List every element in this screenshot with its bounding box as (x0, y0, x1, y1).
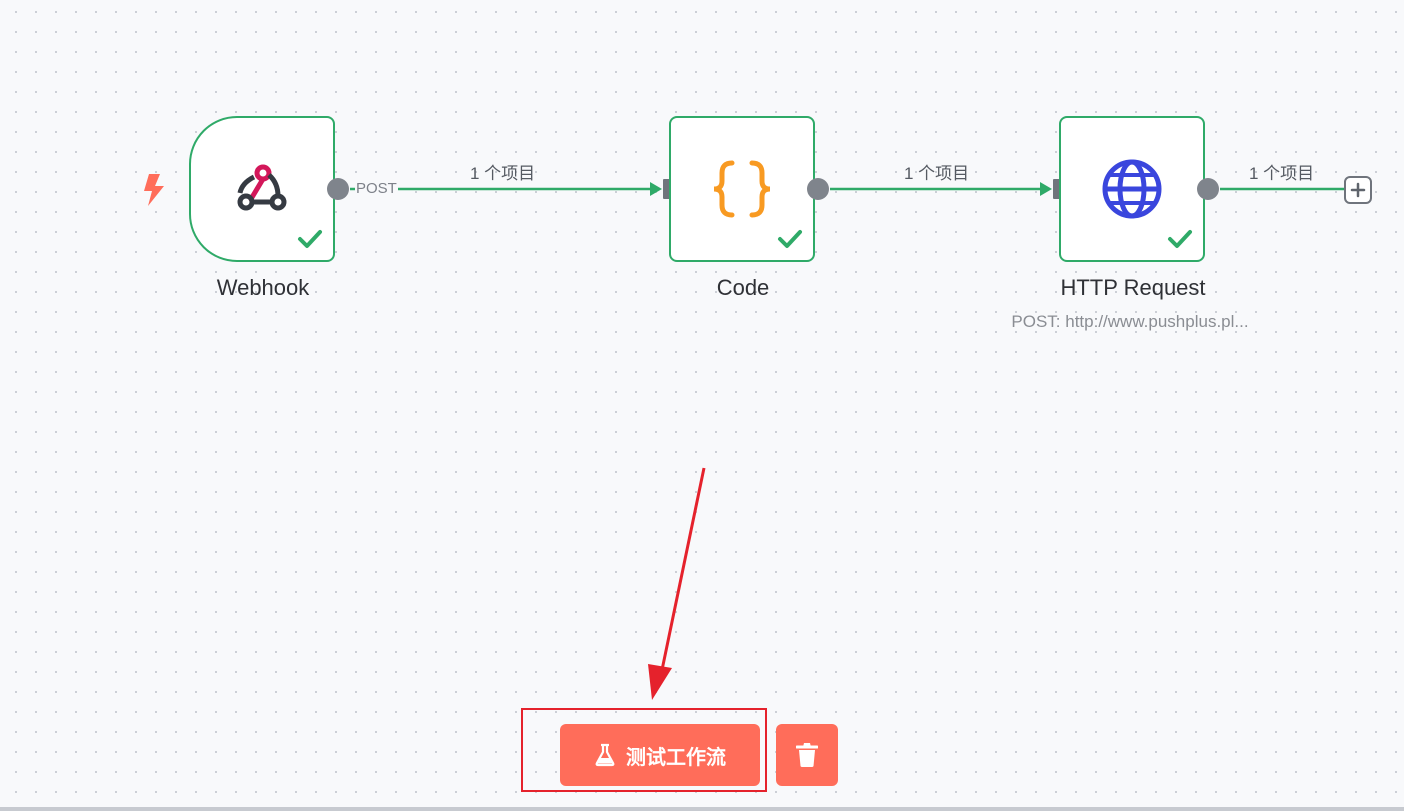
code-braces-icon (671, 156, 813, 222)
output-handle-code[interactable] (807, 178, 829, 200)
output-handle-webhook[interactable] (327, 178, 349, 200)
node-label-code: Code (716, 275, 770, 300)
node-subtitle-http-request: POST: http://www.pushplus.pl... (1011, 312, 1249, 331)
trash-icon (796, 743, 818, 767)
success-check-icon (778, 230, 802, 248)
plus-icon (1350, 182, 1366, 198)
webhook-icon (191, 156, 333, 222)
success-check-icon (1168, 230, 1192, 248)
output-handle-http[interactable] (1197, 178, 1219, 200)
globe-icon (1061, 156, 1203, 222)
edge-items-label: 1 个项目 (1249, 164, 1315, 183)
node-label-http-request: HTTP Request (1060, 275, 1206, 300)
node-code[interactable] (669, 116, 815, 262)
workflow-canvas[interactable]: Webhook POST 1 个项目 Code 1 个项目 HTTP Reque… (0, 0, 1404, 811)
add-node-button[interactable] (1344, 176, 1372, 204)
node-label-webhook: Webhook (216, 275, 310, 300)
edge-items-label: 1 个项目 (904, 164, 970, 183)
arrowhead-code-http (1040, 182, 1052, 196)
node-webhook[interactable] (189, 116, 335, 262)
success-check-icon (298, 230, 322, 248)
annotation-arrow-line (660, 467, 706, 671)
output-label-post: POST (355, 180, 398, 197)
edge-items-label: 1 个项目 (470, 164, 536, 183)
node-http-request[interactable] (1059, 116, 1205, 262)
annotation-highlight-box (521, 708, 767, 792)
bottom-border (0, 807, 1404, 811)
trigger-bolt-icon (144, 174, 164, 206)
arrowhead-webhook-code (650, 182, 662, 196)
annotation-arrowhead (648, 664, 672, 700)
delete-button[interactable] (776, 724, 838, 786)
